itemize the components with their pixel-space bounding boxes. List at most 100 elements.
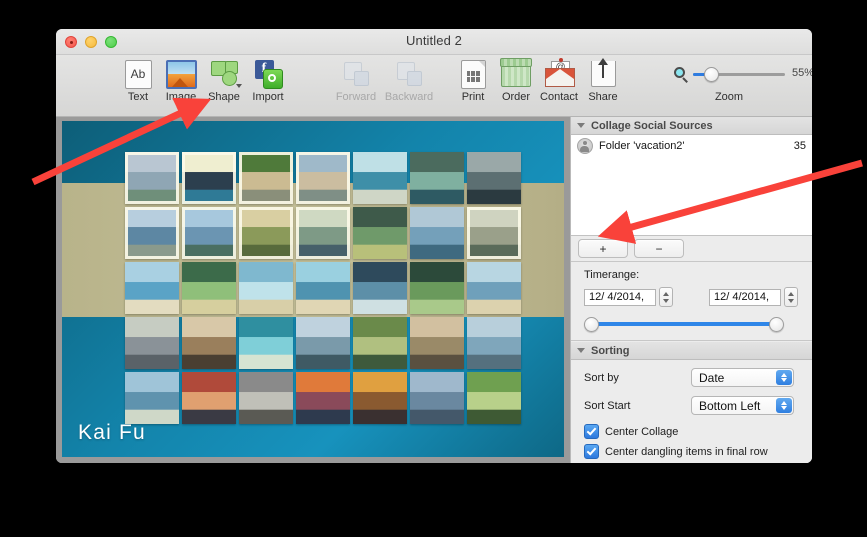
photo-tile[interactable]: [410, 317, 464, 369]
photo-tile[interactable]: [410, 207, 464, 259]
source-name: Folder 'vacation2': [599, 140, 685, 152]
import-icon: f: [242, 58, 294, 90]
photo-mat: [467, 207, 521, 259]
toolbar-label-backward: Backward: [384, 91, 434, 103]
photo-tile[interactable]: [239, 317, 293, 369]
photo-tile[interactable]: [467, 317, 521, 369]
sources-panel-header[interactable]: Collage Social Sources: [571, 117, 812, 135]
photo-tile[interactable]: [182, 207, 236, 259]
toolbar-button-backward[interactable]: Backward: [383, 58, 435, 103]
photo-tile[interactable]: [410, 262, 464, 314]
photo-mat: [125, 207, 179, 259]
source-count: 35: [793, 140, 806, 152]
photo-tile[interactable]: [353, 372, 407, 424]
photo-tile[interactable]: [125, 372, 179, 424]
zoom-slider-knob[interactable]: [704, 67, 719, 82]
photo-mat: [125, 152, 179, 204]
zoom-control-group: 55% Zoom: [674, 58, 812, 103]
collage-canvas[interactable]: Kai Fu: [62, 121, 564, 457]
sort-by-label: Sort by: [584, 371, 619, 384]
timerange-start-field[interactable]: 12/ 4/2014,: [584, 288, 656, 306]
magnifier-icon: [674, 66, 689, 83]
photo-tile[interactable]: [296, 317, 350, 369]
center-dangling-row[interactable]: Center dangling items in final row: [584, 444, 802, 459]
photo-mat: [296, 207, 350, 259]
sort-start-row: Sort Start Bottom Left: [584, 396, 802, 415]
photo-tile[interactable]: [410, 372, 464, 424]
center-collage-checkbox[interactable]: [584, 424, 599, 439]
sorting-section: Sort by Date Sort Start Bottom Left Cent…: [571, 360, 812, 463]
center-dangling-checkbox[interactable]: [584, 444, 599, 459]
photo-tile[interactable]: [353, 152, 407, 204]
photo-tile[interactable]: [296, 152, 350, 204]
title-bar: Untitled 2: [56, 29, 812, 55]
photo-tile[interactable]: [296, 372, 350, 424]
timerange-end-stepper[interactable]: [784, 287, 798, 307]
sorting-panel-header[interactable]: Sorting: [571, 342, 812, 360]
photo-grid[interactable]: [125, 152, 521, 424]
toolbar: Ab Text Image Shape f Import Forward Bac…: [56, 55, 812, 117]
photo-tile[interactable]: [239, 152, 293, 204]
toolbar-label-forward: Forward: [335, 91, 377, 103]
photo-tile[interactable]: [467, 207, 521, 259]
zoom-slider[interactable]: [693, 67, 785, 82]
photo-mat: [239, 207, 293, 259]
list-item[interactable]: Folder 'vacation2' 35: [571, 137, 812, 155]
folder-user-icon: [577, 138, 593, 154]
sort-by-select[interactable]: Date: [691, 368, 794, 387]
timerange-start-stepper[interactable]: [659, 287, 673, 307]
photo-tile[interactable]: [182, 152, 236, 204]
toolbar-label-share: Share: [588, 91, 618, 103]
photo-tile[interactable]: [125, 262, 179, 314]
photo-tile[interactable]: [467, 262, 521, 314]
photo-tile[interactable]: [239, 262, 293, 314]
center-collage-row[interactable]: Center Collage: [584, 424, 802, 439]
range-slider-knob-low[interactable]: [584, 317, 599, 332]
timerange-end-group: 12/ 4/2014,: [709, 287, 798, 307]
photo-tile[interactable]: [239, 372, 293, 424]
photo-tile[interactable]: [410, 152, 464, 204]
sorting-panel-title: Sorting: [591, 344, 630, 357]
timerange-end-field[interactable]: 12/ 4/2014,: [709, 288, 781, 306]
toolbar-label-import: Import: [252, 91, 284, 103]
window-title: Untitled 2: [406, 33, 462, 48]
photo-tile[interactable]: [353, 317, 407, 369]
photo-tile[interactable]: [182, 317, 236, 369]
photo-tile[interactable]: [125, 207, 179, 259]
chevron-updown-icon[interactable]: [776, 398, 792, 413]
photo-tile[interactable]: [467, 372, 521, 424]
photo-tile[interactable]: [125, 152, 179, 204]
photo-tile[interactable]: [353, 207, 407, 259]
toolbar-button-forward[interactable]: Forward: [330, 58, 382, 103]
photo-tile[interactable]: [467, 152, 521, 204]
center-dangling-label: Center dangling items in final row: [605, 445, 768, 458]
sources-list[interactable]: Folder 'vacation2' 35: [571, 135, 812, 236]
add-source-button[interactable]: +: [578, 239, 628, 258]
app-window: Untitled 2 Ab Text Image Shape f Import …: [56, 29, 812, 463]
sort-start-select[interactable]: Bottom Left: [691, 396, 794, 415]
chevron-updown-icon[interactable]: [776, 370, 792, 385]
canvas-scroll-area[interactable]: Kai Fu: [56, 117, 571, 463]
remove-source-button[interactable]: −: [634, 239, 684, 258]
range-slider-knob-high[interactable]: [769, 317, 784, 332]
photo-tile[interactable]: [296, 207, 350, 259]
chevron-down-icon[interactable]: [577, 123, 585, 128]
photo-tile[interactable]: [125, 317, 179, 369]
content-area: Kai Fu Collage Social Sources Folder 'va…: [56, 117, 812, 463]
photo-tile[interactable]: [182, 372, 236, 424]
photo-mat: [239, 152, 293, 204]
sort-start-value: Bottom Left: [699, 398, 761, 413]
sort-by-row: Sort by Date: [584, 368, 802, 387]
collage-title-text[interactable]: Kai Fu: [78, 421, 146, 445]
photo-tile[interactable]: [353, 262, 407, 314]
photo-tile[interactable]: [296, 262, 350, 314]
photo-tile[interactable]: [239, 207, 293, 259]
chevron-down-icon[interactable]: [577, 348, 585, 353]
zoom-value: 55%: [792, 67, 812, 79]
toolbar-button-import[interactable]: f Import: [242, 58, 294, 103]
zoom-label: Zoom: [714, 91, 744, 103]
photo-mat: [296, 152, 350, 204]
photo-tile[interactable]: [182, 262, 236, 314]
toolbar-button-share[interactable]: Share: [577, 58, 629, 103]
timerange-range-slider[interactable]: [584, 317, 784, 332]
